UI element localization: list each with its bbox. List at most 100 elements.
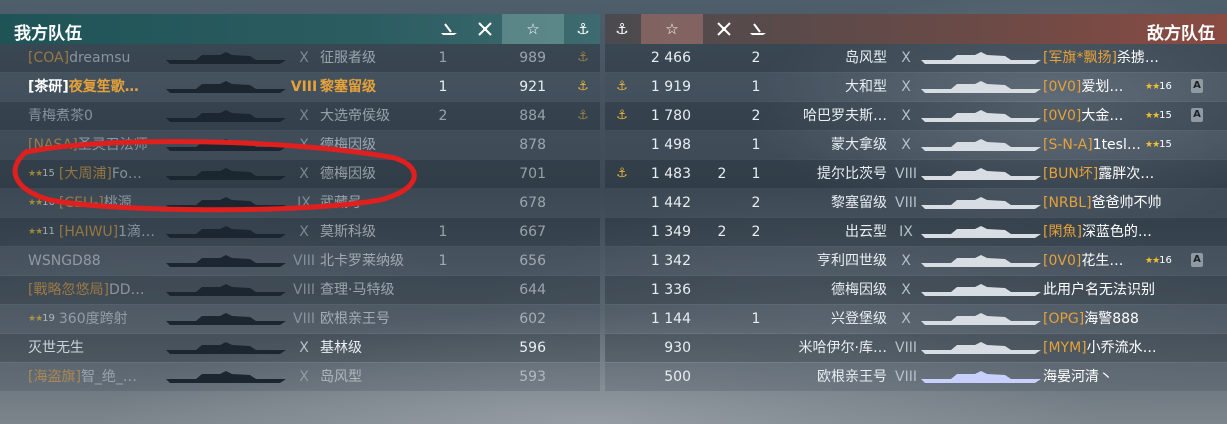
ship-tier: X [901, 311, 911, 327]
player-row[interactable]: 1 349 2 2 出云型 IX [閑魚]深蓝色的… [605, 218, 1227, 246]
ship-tier: X [299, 166, 309, 182]
player-name[interactable]: 爱划… [1081, 79, 1123, 95]
kills-count [432, 363, 454, 391]
anchor-icon: ⚓ [616, 166, 628, 181]
player-row[interactable]: ★★11 [HAIWU]1滴… X 莫斯科级 1 667 [0, 218, 600, 246]
ship-name: 蒙大拿级 [831, 137, 887, 153]
player-name[interactable]: 此用户名无法识别 [1043, 282, 1155, 298]
aircraft-kills-icon[interactable] [707, 14, 741, 44]
clan-tag[interactable]: [0V0] [1043, 108, 1081, 124]
clan-tag[interactable]: [CEU-] [59, 195, 104, 211]
player-name[interactable]: 1滴… [118, 224, 155, 240]
xp-star-icon[interactable]: ☆ [641, 14, 703, 44]
player-row[interactable]: ★★16 [CEU-]桃源 IX 武藏号 678 [0, 189, 600, 217]
ship-silhouette-icon [166, 139, 286, 151]
player-row[interactable]: 1 498 1 蒙大拿级 X [S-N-A]1tesl… ★★15 [605, 131, 1227, 159]
player-name[interactable]: 花生… [1081, 253, 1123, 269]
destroyer-kills-icon[interactable] [432, 14, 466, 44]
clan-tag[interactable]: [OPG] [1043, 311, 1084, 327]
ship-silhouette-icon [166, 81, 286, 93]
plane-kills-count [468, 160, 490, 188]
player-name[interactable]: WSNGD88 [28, 253, 101, 269]
player-name[interactable]: 大金… [1081, 108, 1123, 124]
player-name[interactable]: 露胖次… [1098, 166, 1154, 182]
clan-tag[interactable]: [NASA] [28, 137, 78, 153]
ship-tier: VIII [895, 369, 917, 385]
ship-tier: X [299, 224, 309, 240]
player-row[interactable]: [COA]dreamsu X 征服者级 1 989 ⚓ [0, 44, 600, 72]
player-row[interactable]: ★★19 360度跨射 VIII 欧根亲王号 602 [0, 305, 600, 333]
player-row[interactable]: [海盗旗]智_绝_… X 岛风型 593 [0, 363, 600, 391]
rank-number: 15 [1159, 139, 1172, 150]
player-name-cell: [海盗旗]智_绝_… [28, 363, 178, 391]
ship-name: 亨利四世级 [817, 253, 887, 269]
clan-tag[interactable]: [0V0] [1043, 253, 1081, 269]
base-xp: 1 780 [650, 108, 691, 124]
player-name[interactable]: 圣灵召法师 [78, 137, 148, 153]
aircraft-kills-icon[interactable] [468, 14, 502, 44]
player-row[interactable]: 1 336 德梅因级 X 此用户名无法识别 [605, 276, 1227, 304]
clan-tag[interactable]: [大周浦] [59, 166, 112, 182]
player-name[interactable]: 360度跨射 [59, 311, 128, 327]
player-row[interactable]: [NASA]圣灵召法师 X 德梅因级 878 [0, 131, 600, 159]
player-row[interactable]: 1 342 亨利四世级 X [0V0]花生… ★★16 A [605, 247, 1227, 275]
kills-count: 2 [751, 195, 761, 211]
player-name[interactable]: 青梅煮茶0 [28, 108, 93, 124]
ship-silhouette-icon [166, 255, 286, 267]
plane-kills-count: 2 [717, 224, 727, 240]
player-row[interactable]: ⚓ 1 483 2 1 提尔比茨号 VIII [BUN坏]露胖次… [605, 160, 1227, 188]
clan-tag[interactable]: [NRBL] [1043, 195, 1092, 211]
ship-name: 兴登堡级 [831, 311, 887, 327]
player-name[interactable]: Fo… [112, 166, 142, 182]
clan-tag[interactable]: [BUN坏] [1043, 166, 1098, 182]
player-row[interactable]: 1 442 2 黎塞留级 VIII [NRBL]爸爸帅不帅 [605, 189, 1227, 217]
player-name[interactable]: 夜复笙歌… [69, 79, 139, 95]
ship-tier: VIII [293, 253, 315, 269]
player-row[interactable]: [茶研]夜复笙歌… VIII 黎塞留级 1 921 ⚓ [0, 73, 600, 101]
player-name[interactable]: 桃源 [104, 195, 132, 211]
player-row[interactable]: 2 466 2 岛风型 X [军旗*飘扬]杀掳… [605, 44, 1227, 72]
player-name[interactable]: 智_绝_… [81, 369, 137, 385]
player-row[interactable]: 青梅煮茶0 X 大选帝侯级 2 884 ⚓ [0, 102, 600, 130]
plane-kills-count [468, 102, 490, 130]
player-name[interactable]: 1tesl… [1093, 137, 1141, 153]
player-name[interactable]: DD… [109, 282, 145, 298]
anchor-icon[interactable]: ⚓ [605, 14, 639, 44]
clan-tag[interactable]: [HAIWU] [59, 224, 118, 240]
xp-star-icon[interactable]: ☆ [502, 14, 564, 44]
player-name[interactable]: 小乔流水… [1087, 340, 1157, 356]
clan-tag[interactable]: [0V0] [1043, 79, 1081, 95]
player-name-cell: [军旗*飘扬]杀掳… [1043, 44, 1187, 72]
rank-badge: ★★19 [28, 305, 55, 333]
ship-tier: VIII [293, 282, 315, 298]
anchor-icon[interactable]: ⚓ [566, 14, 600, 44]
player-row[interactable]: [戰略忽悠局]DD… VIII 查理·马特级 644 [0, 276, 600, 304]
player-name[interactable]: dreamsu [69, 50, 130, 66]
player-name[interactable]: 深蓝色的… [1082, 224, 1152, 240]
player-row[interactable]: ⚓ 1 780 2 哈巴罗夫斯… X [0V0]大金… ★★15 A [605, 102, 1227, 130]
anchor-icon [605, 189, 639, 217]
player-row[interactable]: ⚓ 1 919 1 大和型 X [0V0]爱划… ★★16 A [605, 73, 1227, 101]
clan-tag[interactable]: [军旗*飘扬] [1043, 50, 1117, 66]
player-row[interactable]: WSNGD88 VIII 北卡罗莱纳级 1 656 [0, 247, 600, 275]
clan-tag[interactable]: [茶研] [28, 79, 69, 95]
player-row[interactable]: 1 144 1 兴登堡级 X [OPG]海警888 [605, 305, 1227, 333]
clan-tag[interactable]: [COA] [28, 50, 69, 66]
player-row[interactable]: 500 欧根亲王号 VIII 海晏河清丶 [605, 363, 1227, 391]
player-name-cell: 灭世无生 [28, 334, 178, 362]
player-row[interactable]: 灭世无生 X 基林级 596 [0, 334, 600, 362]
player-name[interactable]: 杀掳… [1117, 50, 1159, 66]
clan-tag[interactable]: [戰略忽悠局] [28, 282, 109, 298]
clan-tag[interactable]: [MYM] [1043, 340, 1087, 356]
ship-name: 岛风型 [845, 50, 887, 66]
player-name[interactable]: 海晏河清丶 [1043, 369, 1113, 385]
destroyer-kills-icon[interactable] [741, 14, 775, 44]
player-row[interactable]: ★★15 [大周浦]Fo… X 德梅因级 701 [0, 160, 600, 188]
player-row[interactable]: 930 米哈伊尔·库… VIII [MYM]小乔流水… [605, 334, 1227, 362]
clan-tag[interactable]: [閑魚] [1043, 224, 1082, 240]
clan-tag[interactable]: [海盗旗] [28, 369, 81, 385]
player-name[interactable]: 灭世无生 [28, 340, 84, 356]
player-name[interactable]: 爸爸帅不帅 [1092, 195, 1162, 211]
player-name[interactable]: 海警888 [1084, 311, 1139, 327]
clan-tag[interactable]: [S-N-A] [1043, 137, 1093, 153]
